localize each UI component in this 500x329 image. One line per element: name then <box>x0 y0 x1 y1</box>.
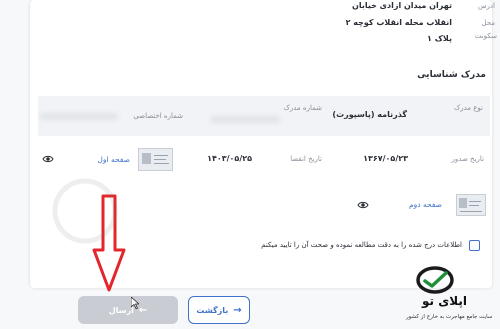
back-button[interactable]: بازگشت → <box>188 296 250 324</box>
eye-icon[interactable] <box>357 199 369 211</box>
plate-value: پلاک ۱ <box>427 34 452 43</box>
expiry-date-value: ۱۴۰۳/۰۵/۲۵ <box>207 154 252 163</box>
cursor-icon <box>131 297 139 309</box>
doc-type-value: گذرنامه (پاسپورت) <box>332 110 407 119</box>
issue-date-value: ۱۳۶۷/۰۵/۲۳ <box>363 154 408 163</box>
passport-second-page-thumbnail[interactable] <box>456 194 486 216</box>
brand-logo-icon <box>416 266 454 294</box>
passport-first-page-thumbnail[interactable] <box>138 148 173 171</box>
address-value: تهران میدان ازادی خیابان <box>352 1 452 10</box>
expiry-date-label: تاریخ انقضا <box>290 155 322 163</box>
back-label: بازگشت <box>196 305 229 315</box>
arrow-left-icon: ← <box>138 304 148 316</box>
confirm-text: اطلاعات درج شده را به دقت مطالعه نموده و… <box>261 241 462 249</box>
eye-icon[interactable] <box>42 153 54 165</box>
documents-title: مدرک شناسایی <box>417 70 486 80</box>
blurred-doc-number <box>210 116 280 123</box>
area-value: انقلاب محله انقلاب کوچه ۲ <box>345 18 452 27</box>
header-doc-type: نوع مدرک <box>453 104 483 112</box>
confirm-checkbox[interactable] <box>469 240 480 251</box>
arrow-right-icon: → <box>233 304 242 316</box>
second-page-link[interactable]: صفحه دوم <box>409 200 442 209</box>
brand-tagline: سایت جامع مهاجرت به خارج از کشور <box>406 314 493 320</box>
first-page-link[interactable]: صفحه اول <box>97 155 130 164</box>
send-button[interactable]: ارسال ← <box>78 296 178 324</box>
watermark-logo <box>52 178 118 244</box>
header-doc-number: شماره مدرک <box>283 104 322 112</box>
issue-date-label: تاریخ صدور <box>451 155 484 163</box>
blurred-special-number <box>40 113 118 120</box>
address-label: ادرس <box>478 2 495 10</box>
area-label: محل <box>481 19 495 27</box>
brand-name: اپلای تو <box>422 294 467 308</box>
header-special-number: شماره اختصاصی <box>133 112 183 120</box>
residence-label: سکونت <box>474 32 497 40</box>
